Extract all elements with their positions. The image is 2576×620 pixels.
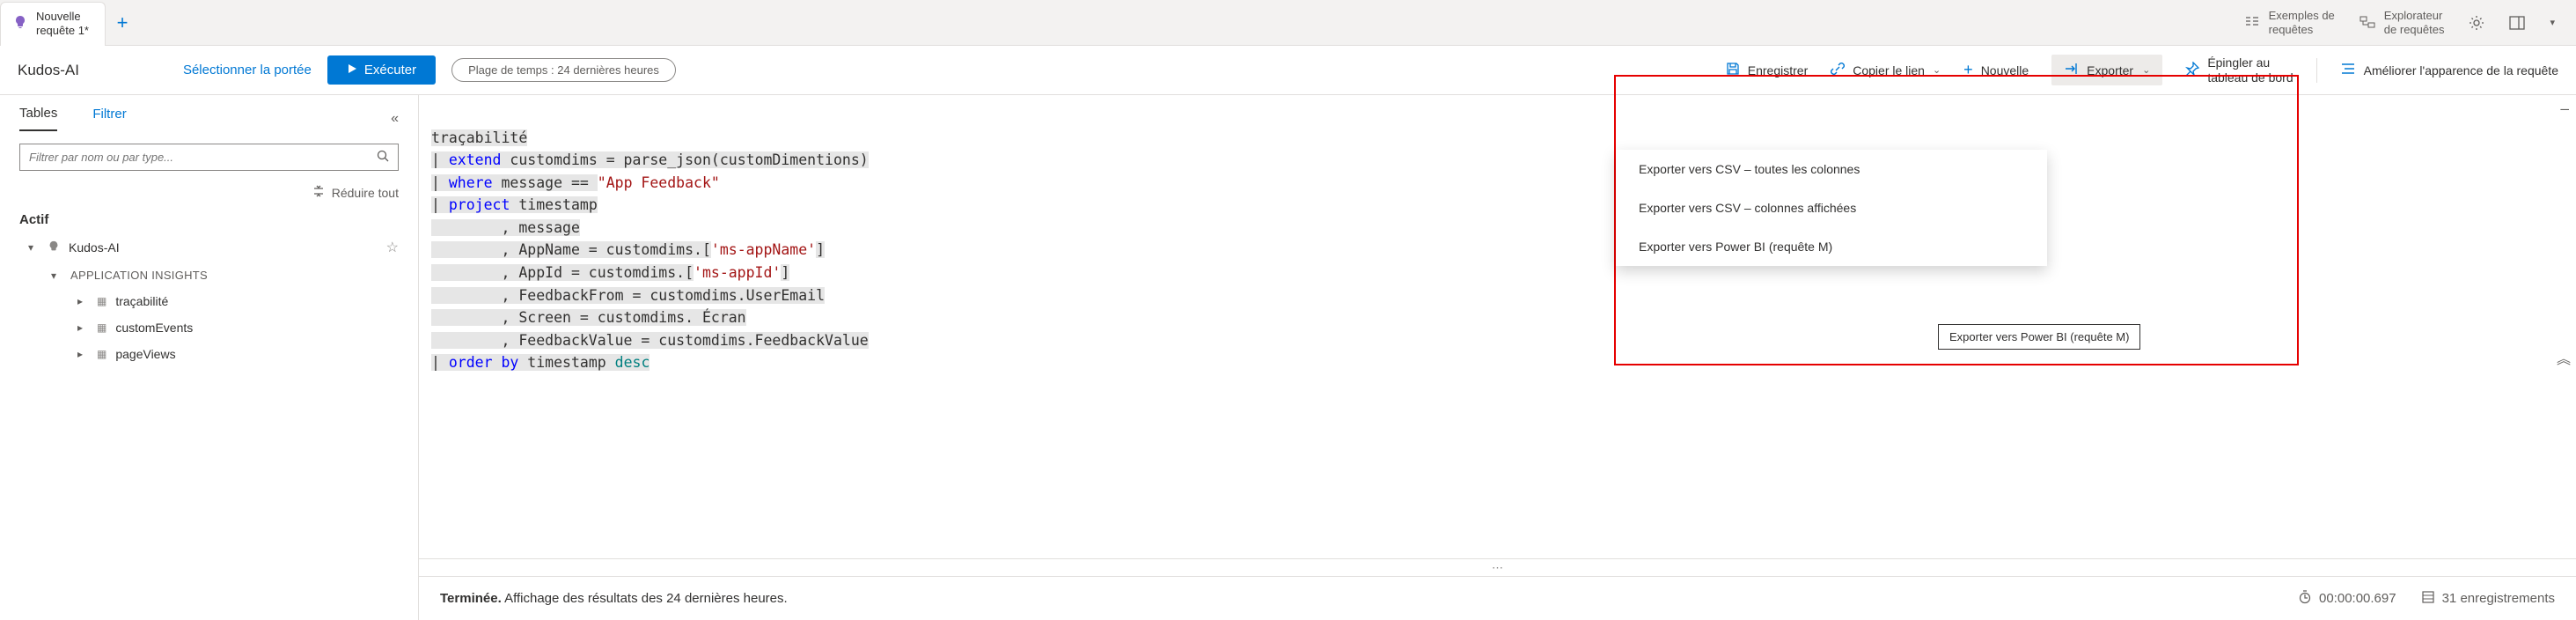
pin-button[interactable]: Épingler au tableau de bord — [2185, 55, 2293, 85]
tree-insights-label: APPLICATION INSIGHTS — [70, 269, 208, 282]
export-csv-all[interactable]: Exporter vers CSV – toutes les colonnes — [1616, 150, 2047, 188]
horizontal-splitter[interactable]: ⋯ — [419, 558, 2576, 576]
active-group-header: Actif — [0, 209, 418, 231]
status-msg: Affichage des résultats des 24 dernières… — [504, 591, 788, 606]
filter-tab[interactable]: Filtrer — [92, 107, 126, 130]
table-icon: ▦ — [97, 295, 106, 307]
format-icon — [2340, 61, 2356, 79]
tree-table-pageviews[interactable]: ▸ ▦ pageViews — [9, 341, 409, 367]
query-explorer-button[interactable]: Explorateur de requêtes — [2359, 9, 2445, 36]
query-explorer-label: Explorateur de requêtes — [2384, 9, 2445, 36]
export-dropdown: Exporter vers CSV – toutes les colonnes … — [1616, 150, 2047, 266]
format-query-button[interactable]: Améliorer l'apparence de la requête — [2340, 61, 2558, 79]
caret-right-icon: ▸ — [77, 321, 88, 334]
plus-icon: + — [1963, 61, 1973, 79]
scroll-top-icon[interactable]: ︽ — [2557, 347, 2571, 368]
query-editor[interactable]: traçabilité | extend customdims = parse_… — [419, 95, 2576, 558]
caret-down-icon: ▾ — [51, 269, 62, 282]
status-bar: Terminée. Affichage des résultats des 24… — [419, 576, 2576, 620]
caret-right-icon: ▸ — [77, 348, 88, 360]
link-icon — [1831, 62, 1845, 78]
star-icon[interactable]: ☆ — [386, 239, 399, 256]
chevron-down-icon[interactable]: ▾ — [2550, 17, 2555, 28]
tab-strip: Nouvelle requête 1* + Exemples de requêt… — [0, 0, 2576, 46]
collapse-all-button[interactable]: Réduire tout — [0, 183, 418, 209]
add-tab-button[interactable]: + — [106, 11, 139, 34]
tables-tab[interactable]: Tables — [19, 106, 57, 131]
status-duration: 00:00:00.697 — [2319, 591, 2396, 606]
table-icon: ▦ — [97, 348, 106, 360]
caret-right-icon: ▸ — [77, 295, 88, 307]
tree-root-label: Kudos-AI — [69, 240, 120, 255]
editor-area: traçabilité | extend customdims = parse_… — [419, 95, 2576, 620]
settings-gear-icon[interactable] — [2469, 15, 2484, 31]
scope-name: Kudos-AI — [18, 62, 79, 79]
time-range-pill[interactable]: Plage de temps : 24 dernières heures — [451, 58, 676, 82]
status-records: 31 enregistrements — [2442, 591, 2555, 606]
collapse-all-icon — [312, 185, 325, 200]
tooltip: Exporter vers Power BI (requête M) — [1938, 324, 2140, 350]
tree-insights-group[interactable]: ▾ APPLICATION INSIGHTS — [9, 262, 409, 288]
collapse-all-label: Réduire tout — [332, 186, 399, 200]
examples-label: Exemples de requêtes — [2269, 9, 2335, 36]
new-rule-label: Nouvelle — [1981, 63, 2029, 78]
copy-link-label: Copier le lien — [1853, 63, 1925, 78]
search-icon — [377, 150, 389, 165]
new-rule-button[interactable]: + Nouvelle — [1963, 61, 2029, 79]
run-button[interactable]: Exécuter — [327, 55, 436, 85]
export-icon — [2064, 62, 2078, 78]
lightbulb-icon — [48, 240, 60, 255]
caret-down-icon: ▾ — [28, 241, 39, 254]
export-csv-displayed[interactable]: Exporter vers CSV – colonnes affichées — [1616, 188, 2047, 227]
select-scope-link[interactable]: Sélectionner la portée — [183, 63, 312, 78]
format-label: Améliorer l'apparence de la requête — [2364, 63, 2558, 78]
save-label: Enregistrer — [1748, 63, 1808, 78]
query-tab[interactable]: Nouvelle requête 1* — [0, 2, 106, 46]
table-filter-input-wrap[interactable] — [19, 144, 399, 171]
save-button[interactable]: Enregistrer — [1726, 62, 1808, 78]
tree-root[interactable]: ▾ Kudos-AI ☆ — [9, 232, 409, 262]
tree-table-label: customEvents — [115, 321, 193, 335]
save-icon — [1726, 62, 1740, 78]
table-icon: ▦ — [97, 321, 106, 334]
chevron-down-icon: ⌄ — [2142, 64, 2150, 76]
pin-label: Épingler au tableau de bord — [2207, 55, 2293, 85]
editor-expand-icon[interactable]: — — [2560, 99, 2569, 121]
query-toolbar: Kudos-AI Sélectionner la portée Exécuter… — [0, 46, 2576, 95]
divider — [2316, 58, 2317, 83]
left-panel: Tables Filtrer « Réduire tout Actif ▾ — [0, 95, 419, 620]
records-icon — [2421, 590, 2435, 608]
chevron-down-icon: ⌄ — [1933, 64, 1941, 76]
play-icon — [347, 63, 357, 78]
list-icon — [2244, 15, 2260, 31]
copy-link-button[interactable]: Copier le lien ⌄ — [1831, 62, 1941, 78]
export-button[interactable]: Exporter ⌄ — [2051, 55, 2162, 85]
run-label: Exécuter — [364, 63, 416, 78]
tree-table-customevents[interactable]: ▸ ▦ customEvents — [9, 314, 409, 341]
tree-table-traces[interactable]: ▸ ▦ traçabilité — [9, 288, 409, 314]
table-filter-input[interactable] — [29, 151, 377, 164]
examples-button[interactable]: Exemples de requêtes — [2244, 9, 2335, 36]
stopwatch-icon — [2298, 590, 2312, 608]
collapse-panel-icon[interactable]: « — [391, 111, 399, 127]
pin-icon — [2185, 62, 2199, 78]
export-label: Exporter — [2087, 63, 2133, 78]
lightbulb-icon — [13, 15, 27, 33]
export-powerbi[interactable]: Exporter vers Power BI (requête M) — [1616, 227, 2047, 266]
folder-tree-icon — [2359, 15, 2375, 31]
tree-table-label: pageViews — [115, 347, 175, 361]
panel-layout-icon[interactable] — [2509, 15, 2525, 31]
tree-table-label: traçabilité — [115, 294, 168, 308]
query-tab-label: Nouvelle requête 1* — [36, 10, 89, 39]
status-done: Terminée. — [440, 591, 502, 606]
main-area: Tables Filtrer « Réduire tout Actif ▾ — [0, 95, 2576, 620]
